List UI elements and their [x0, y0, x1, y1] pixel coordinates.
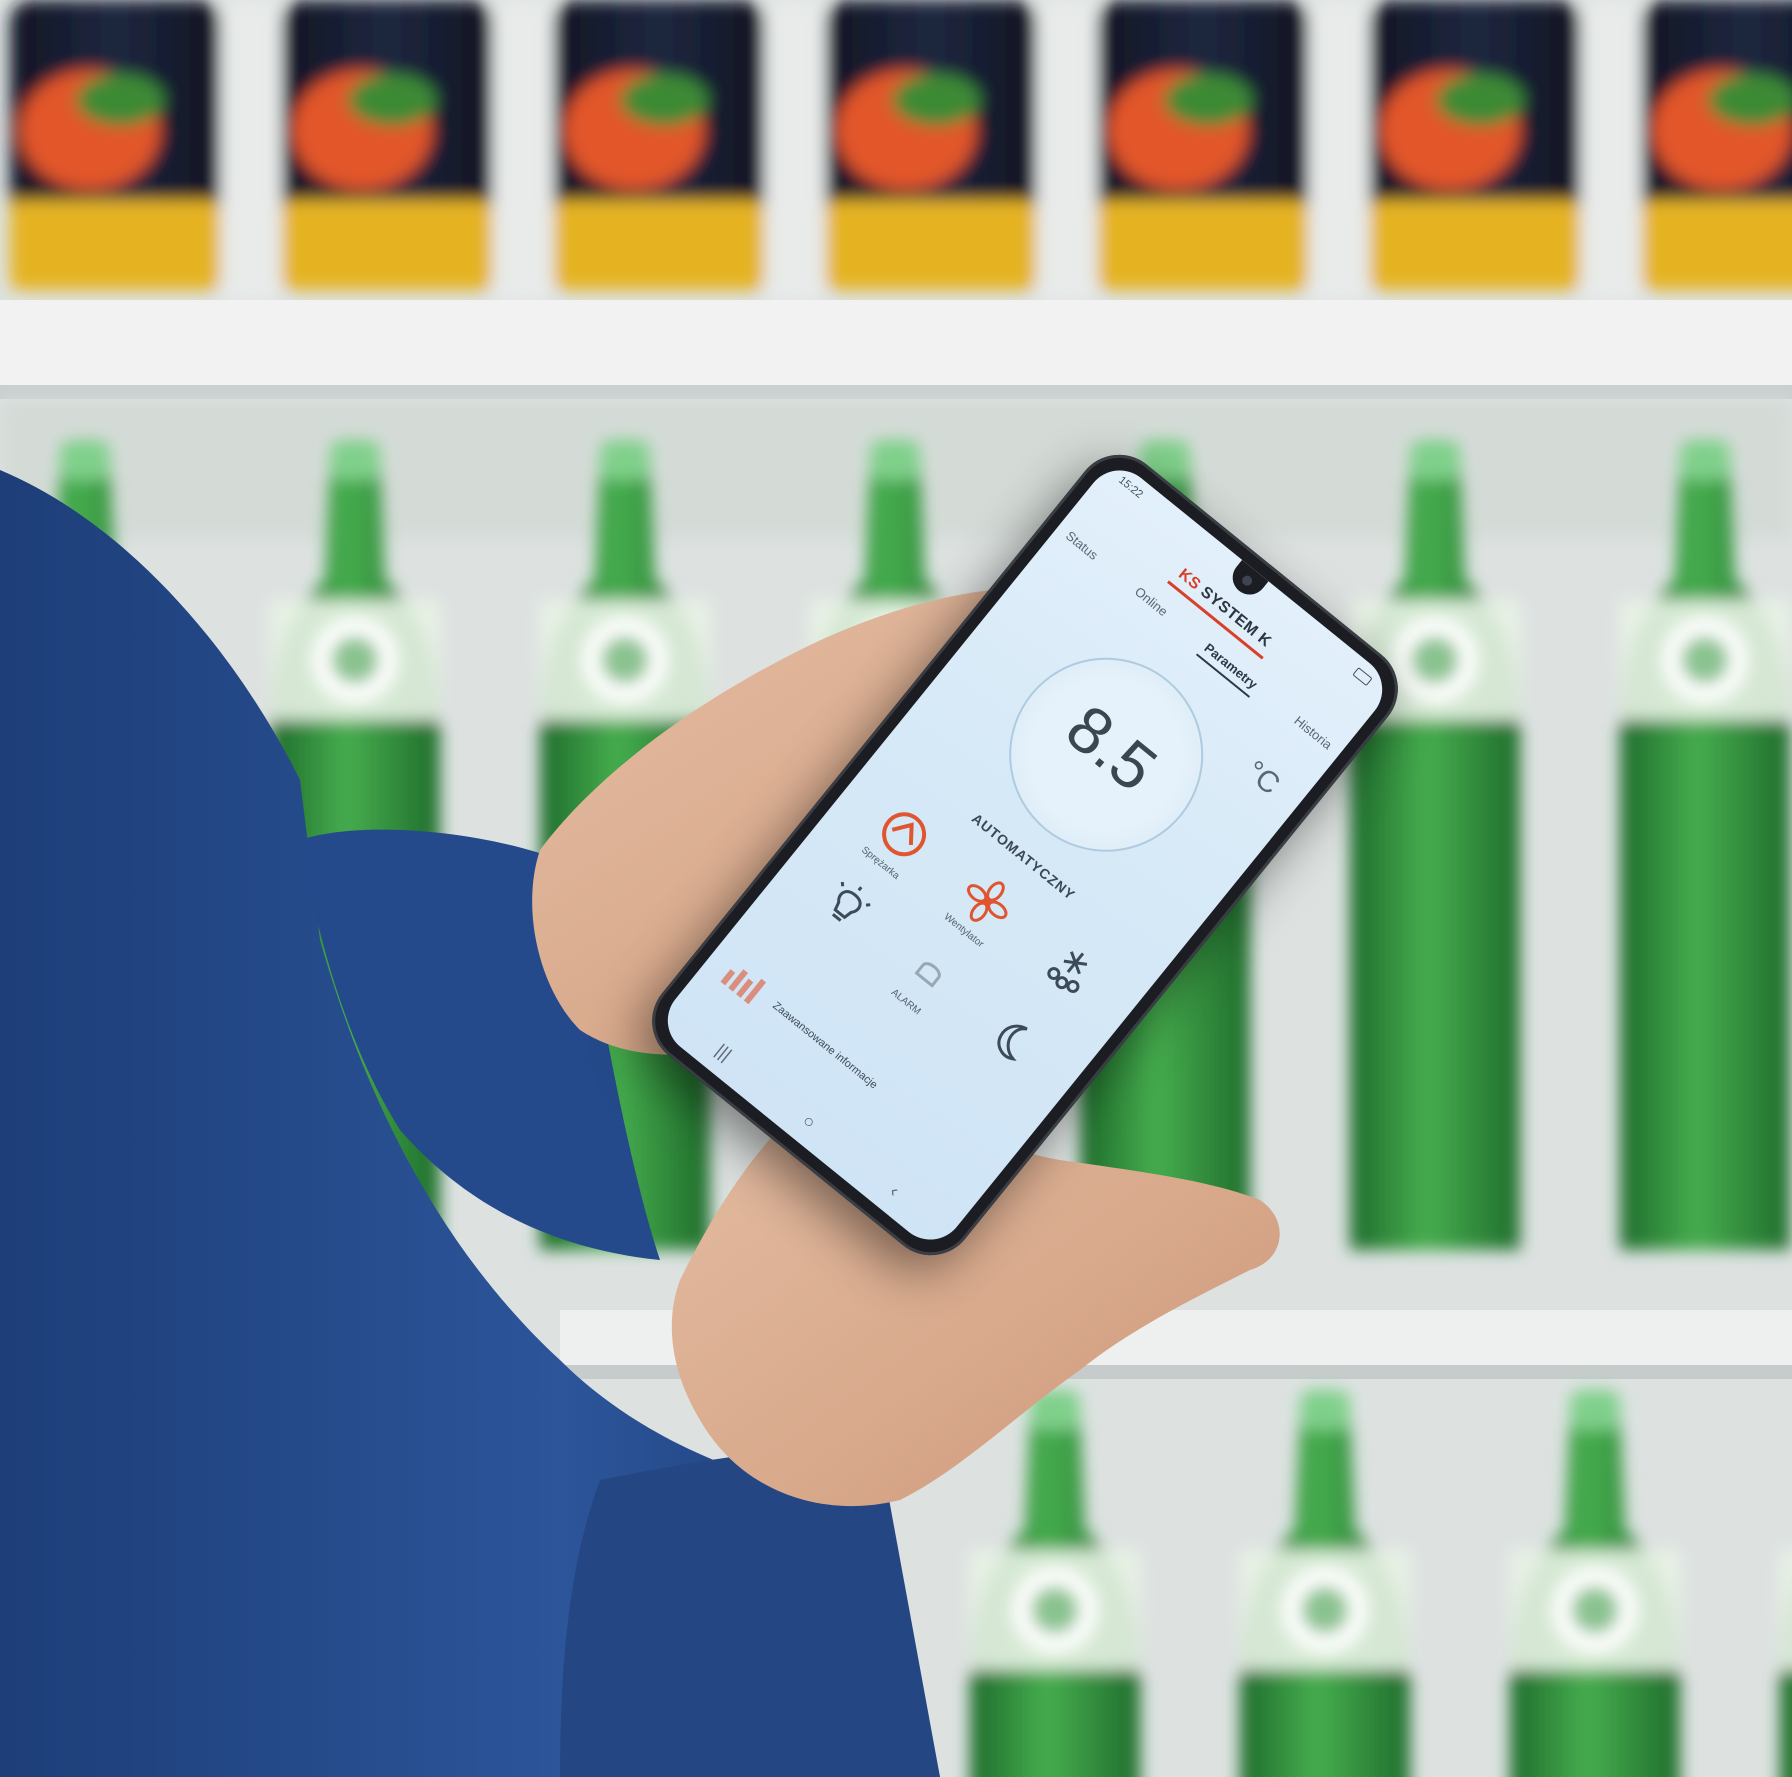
tab-historia[interactable]: Historia: [1286, 709, 1339, 759]
status-bar: 15:22: [1116, 474, 1148, 503]
menu-icon[interactable]: |||: [708, 1038, 738, 1068]
jar: [282, 0, 552, 300]
defrost-label: [1043, 994, 1051, 1003]
jar-row: [10, 0, 1792, 300]
back-icon[interactable]: ‹: [879, 1176, 909, 1206]
jar: [826, 0, 1096, 300]
lightbulb-icon: [831, 881, 871, 922]
light-label: [818, 930, 826, 939]
history-chart-icon: [720, 969, 767, 1005]
night-mode-label: [985, 1066, 993, 1075]
jar: [10, 0, 280, 300]
temperature-value: 8.5: [1052, 690, 1171, 806]
status-time: 15:22: [1116, 474, 1146, 501]
advanced-info-text: Zaawansowane informacje: [770, 999, 880, 1092]
photo-scene: 15:22 KS SYSTEM K Status Online Parametr…: [0, 0, 1792, 1777]
night-mode-icon: [997, 1024, 1028, 1062]
temperature-unit: °C: [1239, 754, 1287, 802]
home-icon[interactable]: ○: [794, 1107, 824, 1137]
tab-status[interactable]: Status: [1058, 524, 1105, 569]
jar: [1370, 0, 1640, 300]
jar: [1098, 0, 1368, 300]
front-camera-notch: [1225, 559, 1269, 602]
battery-icon: [1352, 667, 1373, 687]
jar: [554, 0, 824, 300]
snowflake-defrost-icon: [1047, 951, 1088, 994]
tab-online[interactable]: Online: [1127, 579, 1175, 625]
jar: [1642, 0, 1792, 290]
